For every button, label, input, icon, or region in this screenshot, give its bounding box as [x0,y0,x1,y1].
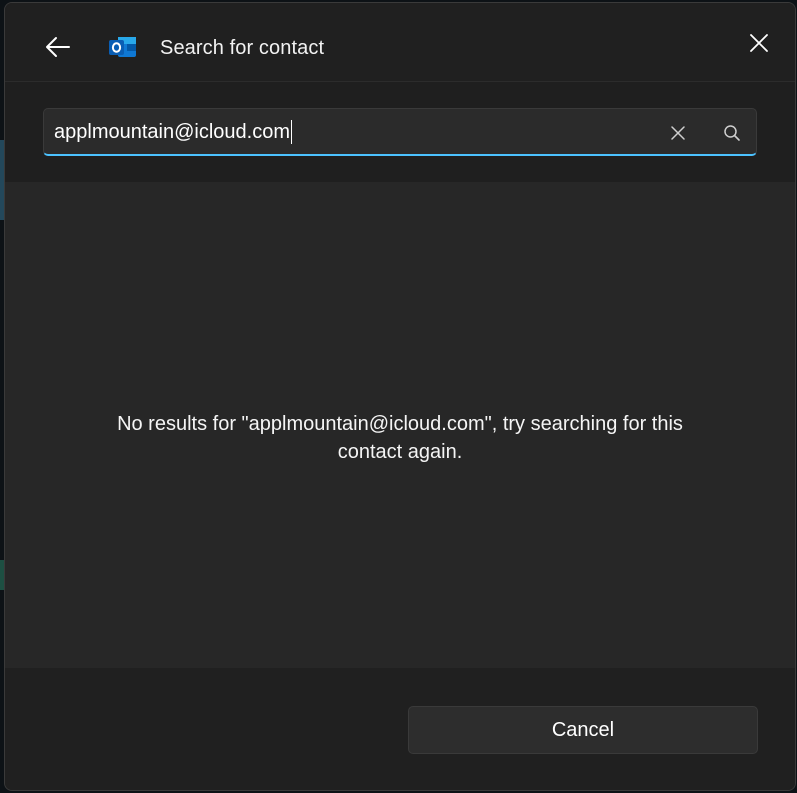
dialog-title: Search for contact [160,37,325,59]
search-input-value: applmountain@icloud.com [54,121,290,143]
search-section: applmountain@icloud.com [5,82,795,182]
title-bar: Search for contact [5,3,795,82]
text-caret [291,120,292,144]
dialog-footer: Cancel [5,668,795,790]
back-arrow-icon [46,37,70,57]
search-contact-dialog: Search for contact applmountain@icloud.c… [4,2,796,791]
search-button[interactable] [718,119,746,147]
search-input[interactable]: applmountain@icloud.com [54,120,292,144]
no-results-message: No results for "applmountain@icloud.com"… [117,413,683,463]
clear-icon [671,126,685,140]
results-area: No results for "applmountain@icloud.com"… [5,182,795,668]
clear-search-button[interactable] [664,119,692,147]
search-box[interactable]: applmountain@icloud.com [43,108,757,156]
outlook-icon [109,35,137,59]
close-button[interactable] [741,25,777,61]
close-icon [750,34,768,52]
back-button[interactable] [39,29,75,65]
search-icon [724,125,740,141]
cancel-button[interactable]: Cancel [408,706,758,754]
